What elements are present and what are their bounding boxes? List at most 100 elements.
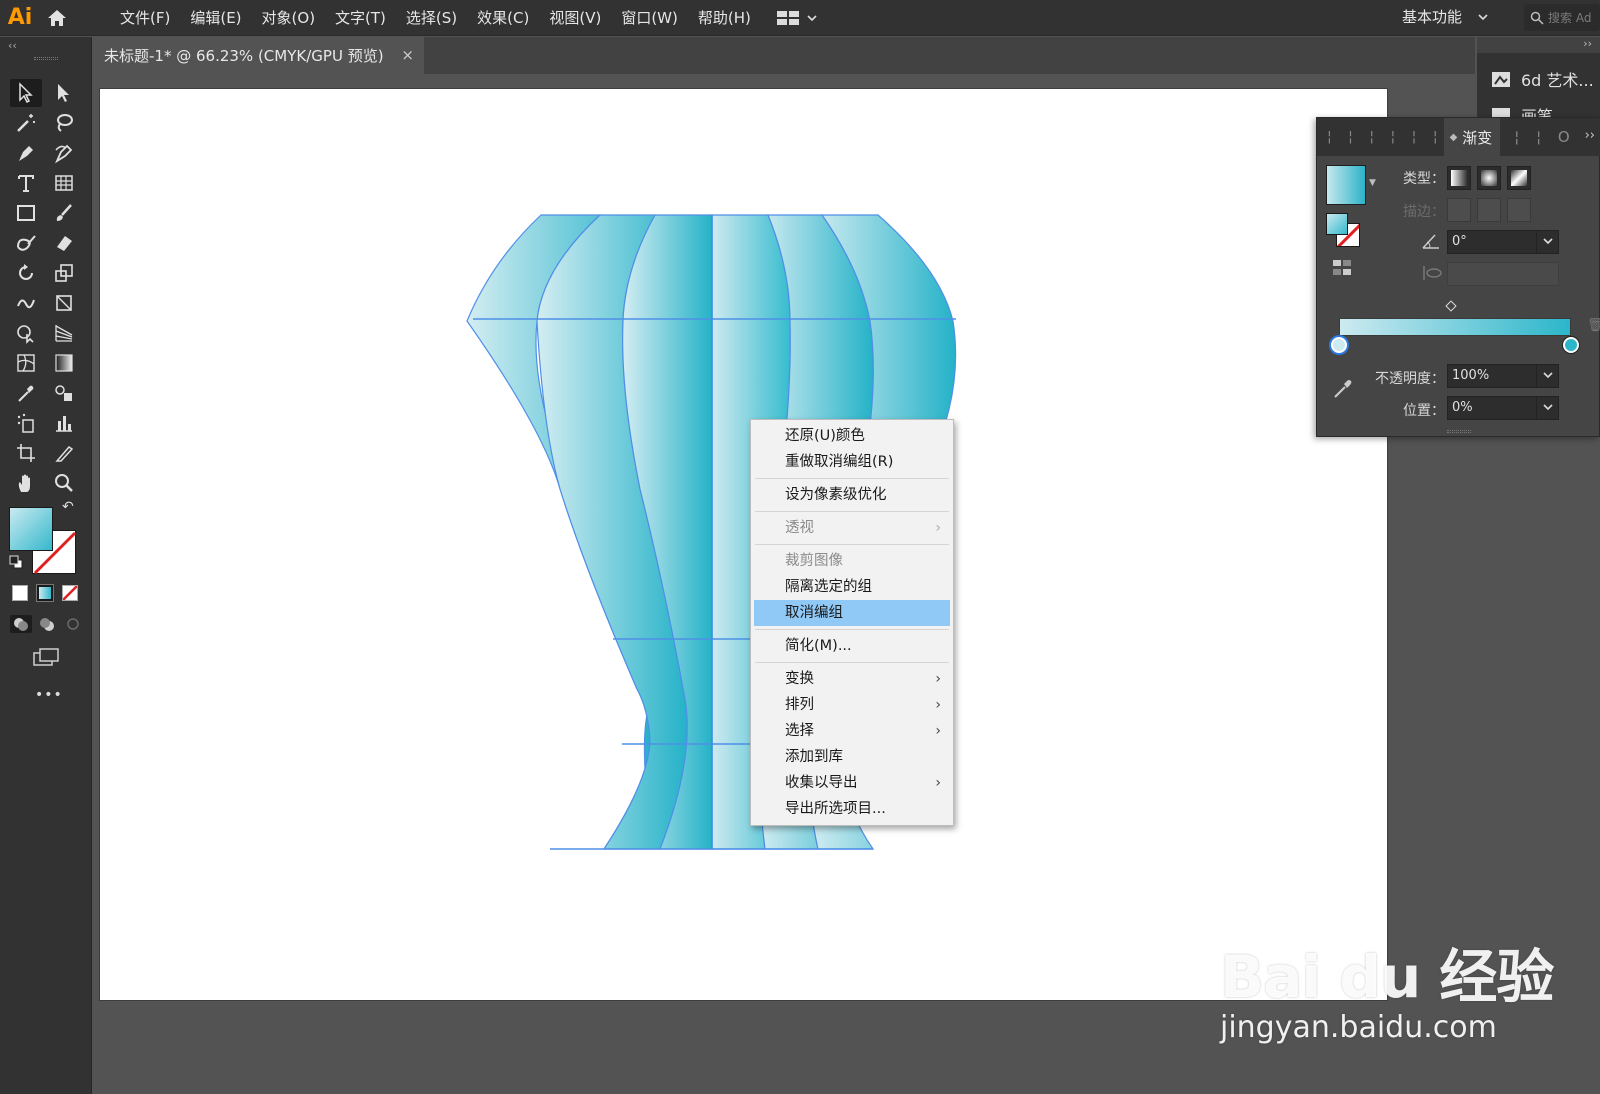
- ctx-simplify[interactable]: 简化(M)...: [751, 633, 953, 659]
- vase-artwork[interactable]: [100, 89, 1387, 1000]
- ctx-ungroup[interactable]: 取消编组: [754, 600, 950, 626]
- menu-object[interactable]: 对象(O): [254, 0, 324, 36]
- radial-gradient-button[interactable]: [1477, 166, 1501, 190]
- perspective-grid-tool-icon[interactable]: [48, 319, 80, 347]
- symbol-sprayer-tool-icon[interactable]: [10, 409, 42, 437]
- tab-sort-icon: ◆: [1449, 131, 1458, 143]
- angle-field[interactable]: 0°: [1447, 230, 1537, 254]
- reverse-gradient-icon[interactable]: [1331, 258, 1353, 278]
- document-tab[interactable]: 未标题-1* @ 66.23% (CMYK/GPU 预览) ×: [92, 37, 424, 74]
- menu-help[interactable]: 帮助(H): [690, 0, 759, 36]
- tab-gradient[interactable]: ◆ 渐变: [1443, 118, 1501, 156]
- ctx-transform[interactable]: 变换 ›: [751, 666, 953, 692]
- magic-wand-tool-icon[interactable]: [10, 109, 42, 137]
- toolbar-grip[interactable]: [34, 57, 58, 60]
- gradient-slider-bar[interactable]: [1339, 318, 1571, 336]
- default-colors-icon[interactable]: [9, 555, 23, 569]
- free-transform-tool-icon[interactable]: [48, 289, 80, 317]
- panel-resize-grip[interactable]: [1447, 430, 1471, 433]
- search-input[interactable]: 搜索 Ad: [1524, 4, 1600, 31]
- rotate-tool-icon[interactable]: [10, 259, 42, 287]
- shape-builder-tool-icon[interactable]: [10, 319, 42, 347]
- gradient-midpoint-diamond[interactable]: [1445, 300, 1457, 312]
- hand-tool-icon[interactable]: [10, 469, 42, 497]
- direct-selection-tool-icon[interactable]: [48, 79, 80, 107]
- none-mode-icon[interactable]: [62, 585, 78, 601]
- workspace-label: 基本功能: [1401, 8, 1462, 26]
- dock-item-art-styles[interactable]: 6d 艺术...: [1477, 63, 1600, 95]
- zoom-tool-icon[interactable]: [48, 469, 80, 497]
- gradient-preview-swatch[interactable]: [1326, 165, 1366, 205]
- menu-effect[interactable]: 效果(C): [469, 0, 537, 36]
- menu-type[interactable]: 文字(T): [327, 0, 394, 36]
- column-graph-tool-icon[interactable]: [48, 409, 80, 437]
- delete-stop-icon[interactable]: 🗑: [1587, 318, 1600, 333]
- expand-dock-icon[interactable]: ››: [1477, 37, 1600, 53]
- draw-inside-icon[interactable]: [62, 615, 84, 633]
- ctx-redo-ungroup[interactable]: 重做取消编组(R): [751, 449, 953, 475]
- gradient-fill-stroke-swatch[interactable]: [1326, 213, 1360, 247]
- screen-mode-icon[interactable]: [32, 647, 60, 667]
- ctx-export-selection[interactable]: 导出所选项目...: [751, 796, 953, 822]
- gradient-stop-start[interactable]: [1331, 337, 1347, 353]
- artboard-tool-icon[interactable]: [10, 439, 42, 467]
- opacity-dropdown[interactable]: [1537, 364, 1559, 388]
- ctx-collect-for-export[interactable]: 收集以导出 ›: [751, 770, 953, 796]
- ctx-add-to-library[interactable]: 添加到库: [751, 744, 953, 770]
- scale-tool-icon[interactable]: [48, 259, 80, 287]
- menu-edit[interactable]: 编辑(E): [182, 0, 249, 36]
- stroke-within-icon: [1447, 198, 1471, 222]
- opacity-field[interactable]: 100%: [1447, 364, 1537, 388]
- gradient-tool-icon[interactable]: [48, 349, 80, 377]
- collapse-toolbar-icon[interactable]: ‹‹: [8, 39, 17, 52]
- location-dropdown[interactable]: [1537, 396, 1559, 420]
- type-tool-icon[interactable]: [10, 169, 42, 197]
- artboard[interactable]: [100, 89, 1387, 1000]
- freeform-gradient-button[interactable]: [1507, 166, 1531, 190]
- chevron-down-icon[interactable]: ▼: [1369, 178, 1376, 188]
- home-icon[interactable]: [40, 0, 74, 36]
- rectangle-tool-icon[interactable]: [10, 199, 42, 227]
- collapsed-tab-icons[interactable]: ¦ ¦ ¦ ¦ ¦ ¦: [1317, 129, 1444, 145]
- lasso-tool-icon[interactable]: [48, 109, 80, 137]
- ctx-undo-color[interactable]: 还原(U)颜色: [751, 423, 953, 449]
- ctx-arrange[interactable]: 排列 ›: [751, 692, 953, 718]
- warp-tool-icon[interactable]: [10, 289, 42, 317]
- ctx-label: 选择: [785, 723, 814, 739]
- eraser-tool-icon[interactable]: [48, 229, 80, 257]
- ctx-pixel-optimize[interactable]: 设为像素级优化: [751, 482, 953, 508]
- pen-tool-icon[interactable]: [10, 139, 42, 167]
- shaper-tool-icon[interactable]: [10, 229, 42, 257]
- menu-separator: [755, 478, 949, 479]
- selection-tool-icon[interactable]: [10, 79, 42, 107]
- workspace-switcher[interactable]: 基本功能: [1402, 0, 1488, 34]
- menu-window[interactable]: 窗口(W): [613, 0, 686, 36]
- close-icon[interactable]: ×: [401, 46, 414, 64]
- menu-file[interactable]: 文件(F): [112, 0, 178, 36]
- fill-swatch-front[interactable]: [9, 507, 53, 551]
- draw-behind-icon[interactable]: [36, 615, 58, 633]
- mesh-tool-icon[interactable]: [10, 349, 42, 377]
- ctx-isolate-group[interactable]: 隔离选定的组: [751, 574, 953, 600]
- curvature-tool-icon[interactable]: [48, 139, 80, 167]
- paintbrush-tool-icon[interactable]: [48, 199, 80, 227]
- location-field[interactable]: 0%: [1447, 396, 1537, 420]
- table-grid-tool-icon[interactable]: [48, 169, 80, 197]
- linear-gradient-button[interactable]: [1447, 166, 1471, 190]
- draw-normal-icon[interactable]: [10, 615, 32, 633]
- color-mode-icon[interactable]: [12, 585, 28, 601]
- slice-tool-icon[interactable]: [48, 439, 80, 467]
- gradient-mode-icon[interactable]: [36, 584, 54, 602]
- swap-colors-icon[interactable]: ↶: [62, 499, 74, 515]
- arrange-documents-button[interactable]: [776, 10, 817, 25]
- ctx-select[interactable]: 选择 ›: [751, 718, 953, 744]
- eyedropper-tool-icon[interactable]: [10, 379, 42, 407]
- collapsed-tab-icons-2[interactable]: ¦ ¦ O: [1500, 128, 1575, 146]
- gradient-stop-end[interactable]: [1563, 337, 1579, 353]
- menu-select[interactable]: 选择(S): [398, 0, 465, 36]
- blend-tool-icon[interactable]: [48, 379, 80, 407]
- more-tools-icon[interactable]: •••: [35, 687, 63, 703]
- angle-dropdown[interactable]: [1537, 230, 1559, 254]
- panel-menu-icon[interactable]: ››: [1585, 128, 1595, 143]
- menu-view[interactable]: 视图(V): [541, 0, 609, 36]
